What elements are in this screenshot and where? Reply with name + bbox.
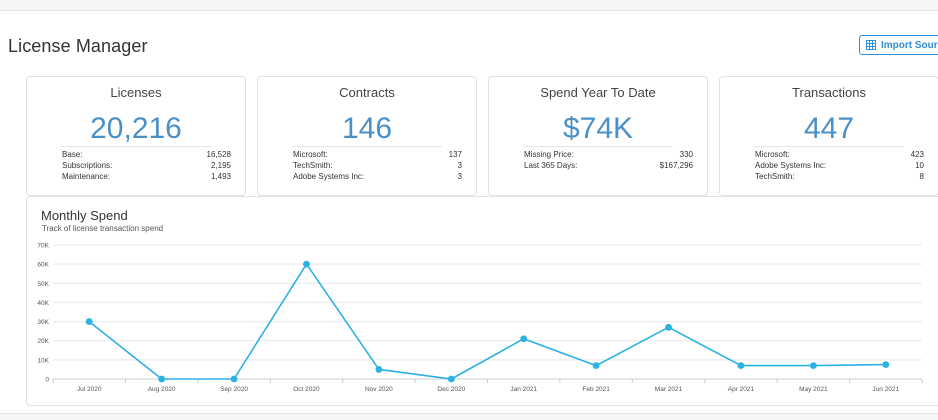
card-row: Adobe Systems Inc: 10 [755,161,924,170]
data-point [85,318,93,325]
contracts-card[interactable]: Contracts 146 Microsoft: 137 TechSmith: 3 … [257,76,477,196]
card-divider [754,146,904,147]
x-tick-label: Jan 2021 [510,386,537,393]
transactions-card[interactable]: Transactions 447 Microsoft: 423 Adobe Sys… [719,76,938,196]
card-row: Missing Price: 330 [524,150,693,159]
x-tick-label: Jun 2021 [872,386,899,393]
card-row: Adobe Systems Inc: 3 [293,172,462,181]
card-row: Microsoft: 137 [293,150,462,159]
card-row: Last 365 Days: $167,296 [524,161,693,170]
y-tick-label: 40K [37,300,49,307]
data-point [665,323,672,331]
card-value: 20,216 [90,112,182,145]
data-point [520,335,528,343]
card-divider [292,146,442,147]
data-point [230,375,238,383]
data-point [447,375,455,383]
y-tick-label: 50K [37,281,49,288]
y-tick-label: 60K [37,262,49,269]
data-point [737,362,745,369]
data-point [158,375,166,383]
import-sources-label: Import Sources [881,39,938,51]
y-tick-label: 10K [37,357,49,364]
monthly-spend-chart: Monthly Spend Track of license transacti… [26,196,938,406]
card-value: 447 [803,112,855,145]
data-point [375,366,383,373]
data-point [303,260,310,268]
x-tick-label: Jul 2020 [77,386,102,393]
card-row: TechSmith: 8 [755,172,924,181]
card-value: 146 [341,112,393,145]
card-row: Maintenance: 1,493 [62,172,231,181]
import-sources-button[interactable]: Import Sources [859,35,938,55]
y-tick-label: 70K [37,243,49,250]
x-tick-label: Nov 2020 [365,386,393,393]
data-point [809,362,817,369]
card-title: Licenses [110,85,162,100]
card-title: Transactions [792,85,866,100]
card-row: Subscriptions: 2,195 [62,161,231,170]
card-title: Contracts [339,85,395,100]
x-tick-label: Mar 2021 [655,386,683,393]
licenses-card[interactable]: Licenses 20,216 Base: 16,528 Subscription… [26,76,246,196]
x-tick-label: Aug 2020 [148,386,176,393]
y-tick-label: 0 [45,377,49,384]
x-tick-label: Oct 2020 [293,386,320,393]
y-tick-label: 20K [37,338,49,345]
page-title: License Manager [8,36,148,56]
x-tick-label: Feb 2021 [582,386,610,393]
card-row: TechSmith: 3 [293,161,462,170]
card-row: Microsoft: 423 [755,150,924,159]
x-tick-label: Dec 2020 [437,386,465,393]
grid-import-icon [866,40,876,50]
card-divider [61,146,211,147]
card-divider [523,146,673,147]
x-tick-label: May 2021 [799,386,828,393]
card-row: Base: 16,528 [62,150,231,159]
data-point [882,361,890,369]
spend-ytd-card[interactable]: Spend Year To Date $74K Missing Price: 33… [488,76,708,196]
x-tick-label: Apr 2021 [728,386,755,393]
line-chart: 0 10K 20K 30K 40K 50K 60K 70K Jul 2020 Aug 2020 Se… [37,243,923,393]
y-tick-label: 30K [37,319,49,326]
card-value: $74K [562,112,634,145]
x-tick-label: Sep 2020 [220,386,248,393]
data-point [592,362,600,369]
card-title: Spend Year To Date [540,85,656,100]
